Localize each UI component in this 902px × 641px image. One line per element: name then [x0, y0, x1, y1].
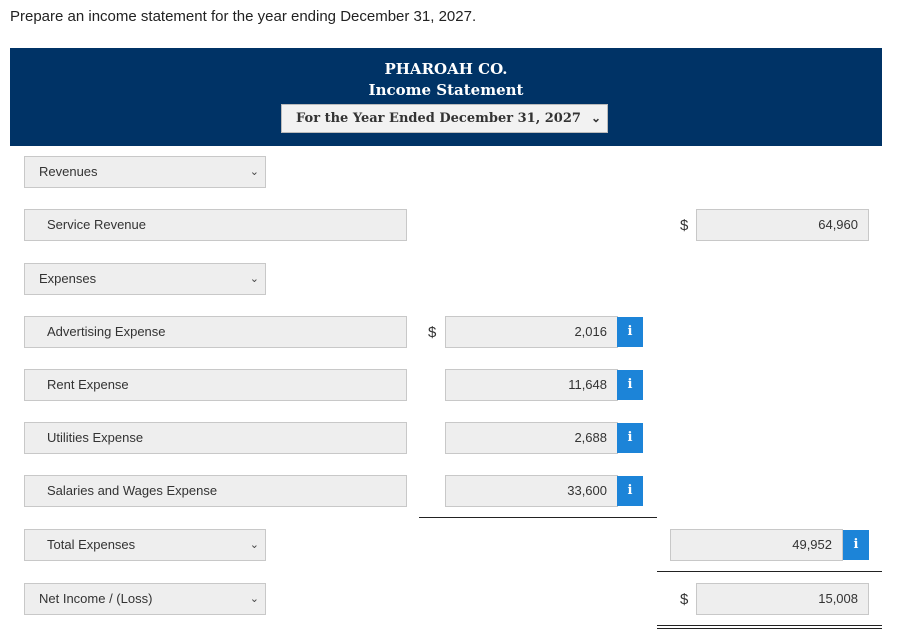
service-revenue-amount: 64,960 — [818, 217, 858, 232]
total-expenses-select[interactable]: Total Expenses ⌄ — [24, 529, 266, 561]
currency-symbol: $ — [680, 591, 689, 608]
currency-symbol: $ — [680, 217, 689, 234]
chevron-down-icon: ⌄ — [249, 539, 259, 551]
rent-expense-amount: 11,648 — [568, 377, 607, 392]
service-revenue-label: Service Revenue — [47, 217, 146, 232]
salaries-expense-label-field[interactable]: Salaries and Wages Expense — [24, 475, 407, 507]
utilities-expense-amount: 2,688 — [574, 430, 607, 445]
info-icon[interactable]: i — [617, 476, 643, 506]
net-income-select[interactable]: Net Income / (Loss) ⌄ — [24, 583, 266, 615]
advertising-expense-label: Advertising Expense — [47, 324, 166, 339]
rent-expense-label-field[interactable]: Rent Expense — [24, 369, 407, 401]
total-expenses-amount: 49,952 — [792, 537, 832, 552]
total-expenses-amount-field[interactable]: 49,952 — [670, 529, 843, 561]
currency-symbol: $ — [428, 324, 437, 341]
expenses-select-value: Expenses — [39, 271, 97, 286]
net-income-label: Net Income / (Loss) — [39, 591, 153, 606]
salaries-expense-amount: 33,600 — [567, 483, 607, 498]
advertising-expense-label-field[interactable]: Advertising Expense — [24, 316, 407, 348]
company-name: PHAROAH CO. — [384, 60, 508, 78]
double-rule-top — [657, 625, 882, 626]
period-select[interactable]: For the Year Ended December 31, 2027 ⌄ — [281, 104, 608, 133]
chevron-down-icon: ⌄ — [249, 273, 259, 285]
rent-expense-label: Rent Expense — [47, 377, 129, 392]
rent-expense-amount-field[interactable]: 11,648 — [445, 369, 618, 401]
total-expenses-label: Total Expenses — [47, 537, 136, 552]
revenues-select-value: Revenues — [39, 164, 98, 179]
statement-header: PHAROAH CO. Income Statement For the Yea… — [10, 48, 882, 146]
expenses-select[interactable]: Expenses ⌄ — [24, 263, 266, 295]
utilities-expense-amount-field[interactable]: 2,688 — [445, 422, 618, 454]
info-icon[interactable]: i — [617, 423, 643, 453]
subtotal-rule — [419, 517, 657, 518]
chevron-down-icon: ⌄ — [249, 593, 259, 605]
info-icon[interactable]: i — [843, 530, 869, 560]
chevron-down-icon: ⌄ — [249, 166, 259, 178]
info-icon[interactable]: i — [617, 317, 643, 347]
net-income-amount: 15,008 — [818, 591, 858, 606]
info-icon[interactable]: i — [617, 370, 643, 400]
double-rule-bottom — [657, 628, 882, 629]
statement-title: Income Statement — [368, 81, 524, 99]
chevron-down-icon: ⌄ — [590, 111, 601, 125]
revenues-select[interactable]: Revenues ⌄ — [24, 156, 266, 188]
utilities-expense-label: Utilities Expense — [47, 430, 144, 445]
salaries-expense-amount-field[interactable]: 33,600 — [445, 475, 618, 507]
advertising-expense-amount: 2,016 — [574, 324, 607, 339]
question-prompt: Prepare an income statement for the year… — [10, 8, 477, 25]
service-revenue-label-field[interactable]: Service Revenue — [24, 209, 407, 241]
total-rule — [657, 571, 882, 572]
service-revenue-amount-field[interactable]: 64,960 — [696, 209, 869, 241]
salaries-expense-label: Salaries and Wages Expense — [47, 483, 218, 498]
advertising-expense-amount-field[interactable]: 2,016 — [445, 316, 618, 348]
period-select-value: For the Year Ended December 31, 2027 — [296, 111, 581, 126]
utilities-expense-label-field[interactable]: Utilities Expense — [24, 422, 407, 454]
net-income-amount-field[interactable]: 15,008 — [696, 583, 869, 615]
